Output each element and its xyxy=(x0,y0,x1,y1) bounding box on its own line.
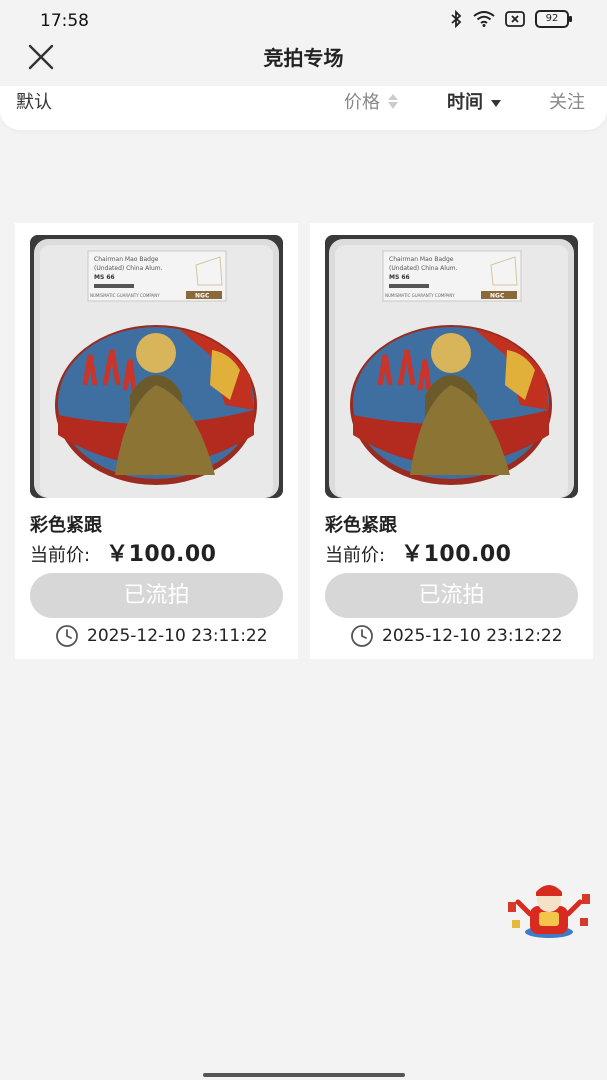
filter-default-label: 默认 xyxy=(16,92,52,113)
home-indicator[interactable] xyxy=(203,1073,405,1077)
filter-bar: 默认 价格 时间 关注 xyxy=(0,86,607,130)
price-value: ￥100.00 xyxy=(106,542,217,567)
product-image[interactable]: Chairman Mao Badge (Undated) China Alum.… xyxy=(30,235,283,498)
slab-grade: MS 66 xyxy=(94,274,115,281)
status-time: 17:58 xyxy=(40,11,89,31)
battery-icon: 92 xyxy=(535,10,572,28)
filter-follow[interactable]: 关注 xyxy=(549,88,585,114)
auction-time-text: 2025-12-10 23:11:22 xyxy=(87,626,268,646)
price-line: 当前价: ￥100.00 xyxy=(325,536,511,568)
wifi-icon xyxy=(473,11,495,27)
ngc-logo: NGC xyxy=(490,293,505,300)
product-card[interactable]: Chairman Mao Badge (Undated) China Alum.… xyxy=(310,223,593,659)
price-label: 当前价: xyxy=(30,545,91,566)
slab-line2: (Undated) China Alum. xyxy=(389,265,458,272)
auction-time: 2025-12-10 23:11:22 xyxy=(55,624,268,648)
sim-off-icon xyxy=(505,11,525,27)
filter-time[interactable]: 时间 xyxy=(447,88,501,114)
price-label: 当前价: xyxy=(325,545,386,566)
slab-grade: MS 66 xyxy=(389,274,410,281)
clock-icon xyxy=(56,625,78,647)
filter-time-label: 时间 xyxy=(447,92,483,113)
sort-icon xyxy=(388,93,398,109)
product-name: 彩色紧跟 xyxy=(325,515,397,536)
slab-footer: NUMISMATIC GUARANTY COMPANY xyxy=(90,293,160,298)
bluetooth-icon xyxy=(451,10,462,28)
status-button[interactable]: 已流拍 xyxy=(325,573,578,618)
filter-follow-label: 关注 xyxy=(549,92,585,113)
page-title: 竞拍专场 xyxy=(263,46,344,70)
product-card[interactable]: Chairman Mao Badge (Undated) China Alum.… xyxy=(15,223,298,659)
status-button[interactable]: 已流拍 xyxy=(30,573,283,618)
slab-line1: Chairman Mao Badge xyxy=(94,256,159,263)
sort-desc-icon xyxy=(491,99,501,107)
status-bar: 17:58 92 xyxy=(0,0,607,40)
status-icons: 92 xyxy=(449,10,572,28)
filter-default[interactable]: 默认 xyxy=(16,88,52,114)
slab-footer: NUMISMATIC GUARANTY COMPANY xyxy=(385,293,455,298)
price-value: ￥100.00 xyxy=(401,542,512,567)
clock-icon xyxy=(351,625,373,647)
slab-line1: Chairman Mao Badge xyxy=(389,256,454,263)
filter-price[interactable]: 价格 xyxy=(344,88,398,114)
app-header: 竞拍专场 xyxy=(0,40,607,86)
mascot-icon[interactable] xyxy=(506,880,592,940)
auction-time: 2025-12-10 23:12:22 xyxy=(350,624,563,648)
ngc-logo: NGC xyxy=(195,293,210,300)
filter-price-label: 价格 xyxy=(344,92,380,113)
slab-line2: (Undated) China Alum. xyxy=(94,265,163,272)
auction-time-text: 2025-12-10 23:12:22 xyxy=(382,626,563,646)
product-name: 彩色紧跟 xyxy=(30,515,102,536)
price-line: 当前价: ￥100.00 xyxy=(30,536,216,568)
product-image[interactable]: Chairman Mao Badge (Undated) China Alum.… xyxy=(325,235,578,498)
